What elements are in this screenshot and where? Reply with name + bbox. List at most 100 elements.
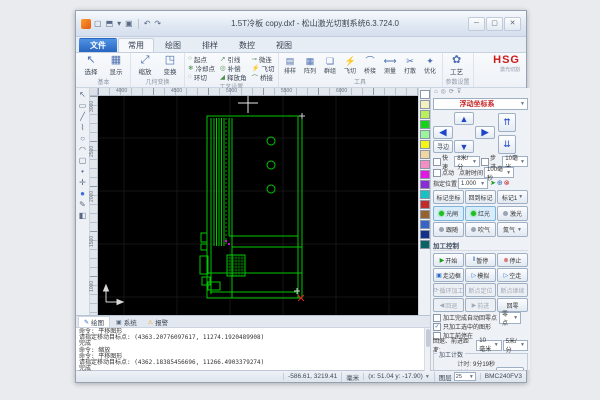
process-button-停止[interactable]: ⊗停止 [497,253,528,267]
toggle-氮气[interactable]: 氮气▼ [497,222,528,237]
ribbon-item-2-8[interactable]: ⌒桥接 [251,72,274,81]
frame-select-icon[interactable]: ▭ [79,101,87,110]
z-down-button[interactable]: ⇊ [498,135,516,154]
dock-home-icon[interactable]: ⌂ [434,89,438,96]
process-button-模拟[interactable]: ▷模拟 [465,268,496,282]
checkbox-0[interactable] [433,314,441,322]
tab-1[interactable]: 绘图 [155,38,191,52]
manage-button[interactable]: 管理 [496,367,524,370]
burst-time-select[interactable]: 100毫秒▼ [484,167,514,178]
tab-4[interactable]: 视图 [266,38,302,52]
layer-color-4[interactable] [420,130,430,139]
go-position-icon[interactable]: ➤ [490,180,496,188]
ribbon-item-2-6[interactable]: ◌环切 [188,72,215,81]
undo-icon[interactable]: ↶ [143,19,152,29]
ribbon-item-3-5[interactable]: ⟷测量 [382,56,399,75]
redo-icon[interactable]: ↷ [153,19,162,29]
burst-checkbox[interactable] [433,169,441,177]
position-readout[interactable]: (x: 51.04 y: -17.90) ▼ [363,373,434,380]
coord-system-select[interactable]: 浮动坐标系 ▼ [433,98,528,110]
tab-3[interactable]: 数控 [229,38,265,52]
layer-color-13[interactable] [420,220,430,229]
add-position-icon[interactable]: ⊕ [497,180,503,188]
layer-color-3[interactable] [420,120,430,129]
position-input[interactable]: 1.000▼ [458,178,488,189]
app-icon[interactable] [81,19,91,29]
layer-color-5[interactable] [420,140,430,149]
mark-coord-button[interactable]: 标记坐标 [433,190,464,204]
zero-point-select[interactable]: 零点▼ [499,312,521,324]
process-button-空走[interactable]: ▷空走 [497,268,528,282]
layer-color-11[interactable] [420,200,430,209]
open-dropdown-icon[interactable]: ▾ [116,19,122,29]
select-cursor-icon[interactable]: ↖ [79,90,86,99]
fill-tool-icon[interactable]: ● [80,189,85,198]
layer-color-1[interactable] [420,100,430,109]
ribbon-item-3-0[interactable]: ▤排样 [282,56,299,75]
dock-pin-icon[interactable]: ⊽ [457,89,461,96]
checkbox-1[interactable]: ✓ [433,323,441,331]
process-button-断点定位[interactable]: 断点定位 [465,283,496,297]
jog-left-button[interactable]: ◀ [433,126,453,139]
process-button-开始[interactable]: ▶开始 [433,253,464,267]
layer-color-6[interactable] [420,150,430,159]
tab-2[interactable]: 排样 [192,38,228,52]
tab-0[interactable]: 常用 [118,38,154,52]
ribbon-item-3-4[interactable]: ⌒桥接 [362,56,379,75]
distance-speed-select[interactable]: 5米/分▼ [503,340,528,351]
goto-mark-button[interactable]: 回到标记 [465,190,496,204]
process-button-走边框[interactable]: ▣走边框 [433,268,464,282]
ribbon-item-3-2[interactable]: ❏群组 [322,56,339,75]
layer-color-2[interactable] [420,110,430,119]
drawing-canvas[interactable] [98,96,418,315]
tab-file[interactable]: 文件 [79,38,117,52]
distance-select[interactable]: 10毫米▼ [476,340,501,351]
mark-select-button[interactable]: 标记1 ▼ [497,190,528,204]
console-log[interactable]: 命令: 平移图形请指定移动目标点: (4363.20776097617, 112… [76,328,430,371]
edge-seek-button[interactable]: 寻边 [433,140,453,153]
process-button-前进[interactable]: ▶前进 [465,298,496,312]
minimize-button[interactable]: ─ [468,17,485,31]
z-up-button[interactable]: ⇈ [498,113,516,132]
ribbon-item-0-0[interactable]: ↖选择 [80,54,102,76]
stop-position-icon[interactable]: ⊗ [504,180,510,188]
fast-speed-select[interactable]: 8米/分▼ [454,156,480,167]
jog-up-button[interactable]: ▲ [454,112,474,125]
maximize-button[interactable]: ▢ [486,17,503,31]
ribbon-item-2-7[interactable]: ◢释放角 [220,72,247,81]
dock-refresh-icon[interactable]: ⟳ [449,89,454,96]
layer-color-10[interactable] [420,190,430,199]
ribbon-item-3-6[interactable]: ✂打散 [402,56,419,75]
process-button-回退[interactable]: ◀回退 [433,298,464,312]
layer-color-12[interactable] [420,210,430,219]
close-button[interactable]: ✕ [504,17,521,31]
layer-color-15[interactable] [420,240,430,249]
layer-color-0[interactable] [420,90,430,99]
layer-color-7[interactable] [420,160,430,169]
point-tool-icon[interactable]: • [81,167,84,176]
cross-tool-icon[interactable]: ✛ [79,178,86,187]
text-tool-icon[interactable]: ◧ [79,211,87,220]
dock-target-icon[interactable]: ◎ [441,89,446,96]
process-button-暂停[interactable]: ‖暂停 [465,253,496,267]
ribbon-item-0-1[interactable]: ▦显示 [105,54,127,76]
ribbon-item-1-1[interactable]: ◳变换 [159,54,181,76]
layer-select[interactable]: 25 ▼ [454,372,476,381]
toggle-光闸[interactable]: 光闸 [433,206,464,221]
console-tab-0[interactable]: ✎绘图 [78,316,110,327]
circle-tool-icon[interactable]: ○ [80,134,85,143]
ribbon-item-3-1[interactable]: ▦阵列 [302,56,319,75]
jog-right-button[interactable]: ▶ [475,126,495,139]
layer-color-9[interactable] [420,180,430,189]
toggle-吹气[interactable]: 吹气 [465,222,496,237]
ribbon-item-1-0[interactable]: ⤢缩放 [134,54,156,76]
console-scrollbar[interactable] [424,328,430,371]
polyline-tool-icon[interactable]: ⌇ [81,123,85,132]
process-button-循环加工[interactable]: ⟳循环加工 [433,283,464,297]
rect-tool-icon[interactable]: ▢ [79,156,87,165]
pen-tool-icon[interactable]: ✎ [79,200,86,209]
toggle-激光[interactable]: 激光 [497,206,528,221]
arc-tool-icon[interactable]: ◠ [79,145,86,154]
ribbon-item-4-0[interactable]: ✿工艺 [446,54,468,76]
step-size-select[interactable]: 10毫米▼ [502,156,528,167]
